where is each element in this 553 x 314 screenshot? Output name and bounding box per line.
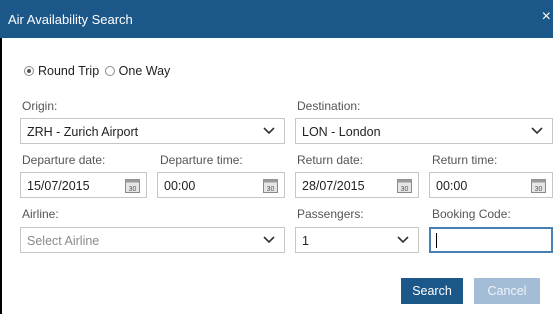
passengers-value: 1: [302, 234, 309, 248]
air-availability-dialog: Air Availability Search × Round Trip One…: [0, 0, 553, 314]
calendar-icon[interactable]: 30: [125, 177, 140, 193]
calendar-icon-text: 30: [401, 186, 409, 193]
departure-date-input[interactable]: 15/07/2015 30: [20, 172, 147, 198]
departure-date-value: 15/07/2015: [27, 179, 90, 193]
calendar-icon[interactable]: 30: [531, 177, 546, 193]
chevron-down-icon: [397, 236, 409, 244]
calendar-icon[interactable]: 30: [397, 177, 412, 193]
one-way-radio[interactable]: One Way: [104, 64, 171, 78]
departure-time-label: Departure time:: [160, 153, 243, 167]
destination-select[interactable]: LON - London: [295, 118, 553, 144]
calendar-icon-text: 30: [535, 186, 543, 193]
round-trip-radio[interactable]: Round Trip: [24, 64, 99, 78]
trip-type-radio-group: Round Trip One Way: [24, 64, 172, 79]
chevron-down-icon: [531, 127, 543, 135]
origin-value: ZRH - Zurich Airport: [27, 125, 139, 139]
calendar-icon-text: 30: [129, 186, 137, 193]
close-icon[interactable]: ×: [542, 8, 551, 26]
one-way-label: One Way: [118, 64, 171, 78]
booking-code-label: Booking Code:: [432, 207, 511, 221]
passengers-select[interactable]: 1: [295, 227, 419, 253]
return-time-label: Return time:: [432, 153, 498, 167]
text-caret: [436, 233, 437, 248]
dialog-left-border: [0, 38, 2, 314]
departure-time-value: 00:00: [164, 179, 196, 193]
chevron-down-icon: [263, 127, 275, 135]
round-trip-label: Round Trip: [38, 64, 100, 78]
round-trip-radio-indicator[interactable]: [24, 66, 34, 76]
calendar-icon-text: 30: [267, 186, 275, 193]
cancel-button[interactable]: Cancel: [474, 278, 540, 304]
return-date-value: 28/07/2015: [302, 179, 365, 193]
booking-code-input[interactable]: [429, 227, 553, 253]
departure-date-label: Departure date:: [22, 153, 106, 167]
passengers-label: Passengers:: [297, 207, 364, 221]
airline-label: Airline:: [22, 207, 59, 221]
destination-label: Destination:: [297, 99, 361, 113]
airline-select[interactable]: Select Airline: [20, 227, 285, 253]
one-way-radio-indicator[interactable]: [104, 66, 115, 76]
return-time-input[interactable]: 00:00 30: [429, 172, 553, 198]
airline-placeholder: Select Airline: [27, 234, 100, 248]
destination-value: LON - London: [302, 125, 381, 139]
calendar-icon[interactable]: 30: [263, 177, 278, 193]
title-bar: Air Availability Search ×: [0, 0, 553, 38]
departure-time-input[interactable]: 00:00 30: [157, 172, 285, 198]
return-date-label: Return date:: [297, 153, 364, 167]
dialog-title: Air Availability Search: [8, 12, 133, 27]
search-button[interactable]: Search: [401, 278, 463, 304]
chevron-down-icon: [263, 236, 275, 244]
origin-label: Origin:: [22, 99, 58, 113]
return-time-value: 00:00: [436, 179, 468, 193]
origin-select[interactable]: ZRH - Zurich Airport: [20, 118, 285, 144]
return-date-input[interactable]: 28/07/2015 30: [295, 172, 419, 198]
